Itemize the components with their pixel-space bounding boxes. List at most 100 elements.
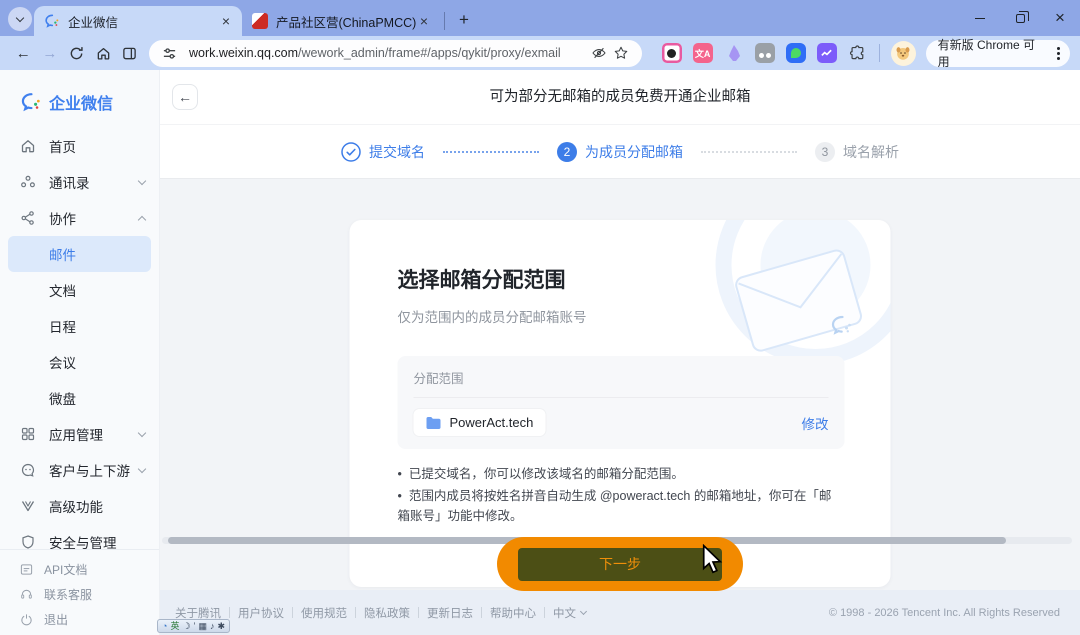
chevron-down-icon	[138, 464, 146, 472]
sidebar: 企业微信 首页 通讯录 协作 邮件	[0, 70, 160, 635]
language-selector[interactable]: 中文	[553, 605, 586, 621]
camera-gradient-extension-icon[interactable]	[662, 43, 682, 63]
sidebar-item-api-docs[interactable]: API文档	[0, 557, 159, 582]
profile-avatar[interactable]	[891, 41, 916, 66]
footer-separator	[418, 607, 419, 618]
sidebar-item-customers[interactable]: 客户与上下游	[0, 452, 159, 488]
purple-flame-extension-icon[interactable]	[724, 43, 744, 63]
next-button[interactable]: 下一步	[518, 548, 722, 581]
side-panel-icon[interactable]	[116, 40, 143, 67]
logo-text: 企业微信	[49, 90, 113, 114]
sidebar-item-label: 安全与管理	[49, 532, 117, 549]
content-area: 选择邮箱分配范围 仅为范围内的成员分配邮箱账号 分配范围 PowerAct.te…	[160, 180, 1080, 590]
panda-extension-icon[interactable]	[755, 43, 775, 63]
tab-close-icon[interactable]: ×	[416, 13, 432, 29]
chrome-update-button[interactable]: 有新版 Chrome 可用	[926, 40, 1070, 67]
eye-off-icon[interactable]	[588, 42, 610, 64]
address-bar[interactable]: work.weixin.qq.com/wework_admin/frame#/a…	[149, 40, 642, 67]
sidebar-item-contacts[interactable]: 通讯录	[0, 164, 159, 200]
footer-link-help[interactable]: 帮助中心	[490, 605, 536, 621]
url-host: work.weixin.qq.com	[189, 46, 298, 60]
step-connector	[701, 151, 797, 153]
step-check-icon	[341, 142, 361, 162]
restore-icon	[1016, 14, 1025, 23]
sidebar-item-drive[interactable]: 微盘	[0, 380, 159, 416]
tab-chinapmcc[interactable]: 产品社区营(ChinaPMCC)™ - – ×	[242, 6, 440, 36]
chevron-down-icon	[16, 13, 24, 21]
wework-logo-icon	[20, 91, 42, 113]
scope-label: 分配范围	[414, 356, 829, 398]
sidebar-item-app-management[interactable]: 应用管理	[0, 416, 159, 452]
shield-icon	[20, 534, 36, 549]
footer-link-changelog[interactable]: 更新日志	[427, 605, 473, 621]
sidebar-item-advanced[interactable]: 高级功能	[0, 488, 159, 524]
page-header: ← 可为部分无邮箱的成员免费开通企业邮箱	[160, 70, 1080, 125]
reload-icon[interactable]	[63, 40, 90, 67]
step-dns: 3 域名解析	[815, 142, 899, 162]
bullet-icon: •	[398, 489, 402, 503]
new-tab-button[interactable]: +	[451, 10, 477, 30]
ime-moon-icon[interactable]: ☽	[182, 620, 190, 632]
sidebar-item-docs[interactable]: 文档	[0, 272, 159, 308]
sidebar-item-security[interactable]: 安全与管理	[0, 524, 159, 549]
sidebar-item-collaboration[interactable]: 协作	[0, 200, 159, 236]
footer-link-rules[interactable]: 使用规范	[301, 605, 347, 621]
ime-lang-icon[interactable]: 英	[170, 620, 179, 632]
scope-row: PowerAct.tech 修改	[414, 398, 829, 449]
domain-chip[interactable]: PowerAct.tech	[414, 409, 546, 436]
sidebar-item-calendar[interactable]: 日程	[0, 308, 159, 344]
sidebar-item-label: 联系客服	[44, 586, 92, 603]
sidebar-item-label: 应用管理	[49, 424, 103, 444]
chart-extension-icon[interactable]	[817, 43, 837, 63]
page-title: 可为部分无邮箱的成员免费开通企业邮箱	[160, 70, 1080, 124]
extensions-puzzle-icon[interactable]	[848, 43, 868, 63]
main-area: ← 可为部分无邮箱的成员免费开通企业邮箱 提交域名 2 为成员分配邮箱 3	[160, 70, 1080, 635]
tab-wework[interactable]: 企业微信 ×	[34, 6, 242, 36]
close-button[interactable]: ×	[1040, 0, 1080, 36]
sidebar-item-label: 高级功能	[49, 496, 103, 516]
chinapmcc-favicon-icon	[252, 13, 268, 29]
site-settings-icon[interactable]	[159, 42, 181, 64]
toolbar-separator	[879, 44, 880, 62]
sidebar-item-support[interactable]: 联系客服	[0, 582, 159, 607]
restore-button[interactable]	[1000, 0, 1040, 36]
translate-extension-icon[interactable]: 文A	[693, 43, 713, 63]
language-label: 中文	[553, 605, 576, 621]
ime-mic-icon[interactable]: ♪	[210, 620, 215, 632]
modify-link[interactable]: 修改	[802, 413, 829, 433]
minimize-button[interactable]	[960, 0, 1000, 36]
ime-logo-icon: ◔	[162, 620, 167, 632]
footer-separator	[544, 607, 545, 618]
ime-keyboard-icon[interactable]: ▦	[199, 620, 208, 632]
note-text: 已提交域名，你可以修改该域名的邮箱分配范围。	[409, 467, 684, 481]
domain-name: PowerAct.tech	[450, 415, 534, 430]
sidebar-item-mail[interactable]: 邮件	[8, 236, 151, 272]
chevron-down-icon	[580, 608, 587, 615]
back-icon[interactable]: ←	[10, 40, 37, 67]
footer-link-terms[interactable]: 用户协议	[238, 605, 284, 621]
tab-close-icon[interactable]: ×	[218, 13, 234, 29]
sidebar-item-label: API文档	[44, 561, 87, 578]
step-number: 2	[557, 142, 577, 162]
menu-kebab-icon[interactable]	[1053, 47, 1064, 60]
sidebar-item-meeting[interactable]: 会议	[0, 344, 159, 380]
copyright-text: © 1998 - 2026 Tencent Inc. All Rights Re…	[829, 607, 1060, 619]
home-icon[interactable]	[90, 40, 117, 67]
back-button[interactable]: ←	[172, 84, 198, 110]
tab-search-button[interactable]	[8, 7, 32, 31]
blue-gem-extension-icon[interactable]	[786, 43, 806, 63]
contacts-icon	[20, 174, 36, 190]
bookmark-star-icon[interactable]	[610, 42, 632, 64]
footer-link-privacy[interactable]: 隐私政策	[364, 605, 410, 621]
ime-punct-icon[interactable]: ’	[194, 620, 196, 632]
forward-icon[interactable]: →	[37, 40, 64, 67]
note-item: •范围内成员将按姓名拼音自动生成 @poweract.tech 的邮箱地址，你可…	[398, 486, 843, 526]
ime-toolbar[interactable]: ◔ 英 ☽ ’ ▦ ♪ ✱	[157, 619, 230, 633]
update-label: 有新版 Chrome 可用	[938, 36, 1045, 70]
ime-settings-icon[interactable]: ✱	[218, 620, 226, 632]
headset-icon	[20, 588, 34, 602]
url-path: /wework_admin/frame#/apps/qykit/proxy/ex…	[298, 46, 561, 60]
sidebar-item-logout[interactable]: 退出	[0, 607, 159, 632]
sidebar-item-home[interactable]: 首页	[0, 128, 159, 164]
footer-separator	[355, 607, 356, 618]
